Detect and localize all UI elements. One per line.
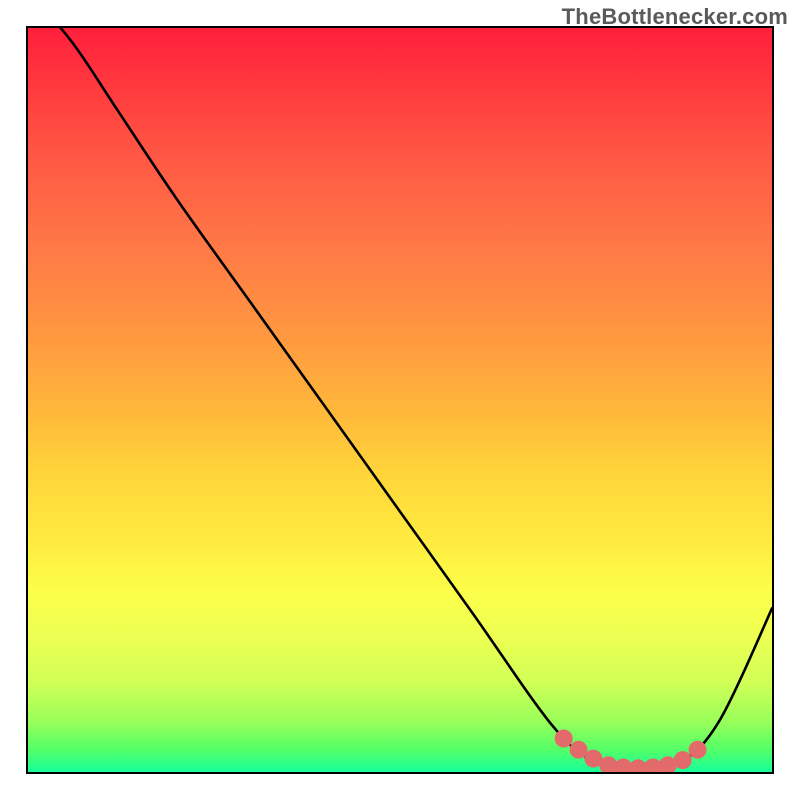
plot-area (26, 26, 774, 774)
curve-path (28, 28, 772, 768)
marker-dot (689, 741, 707, 759)
marker-dot (674, 751, 692, 769)
watermark-text: TheBottlenecker.com (562, 4, 788, 30)
marker-dot (555, 730, 573, 748)
bottleneck-curve (28, 28, 772, 768)
optimal-zone-markers (555, 730, 707, 773)
chart-canvas: TheBottlenecker.com (0, 0, 800, 800)
curve-overlay (28, 28, 772, 772)
